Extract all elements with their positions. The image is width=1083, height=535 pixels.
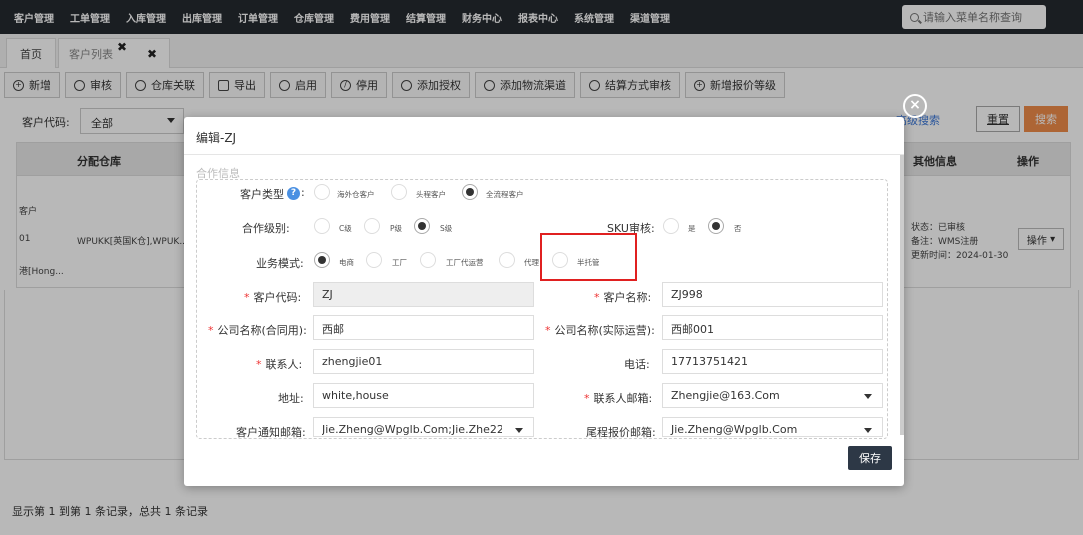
radio-mode-factory-label: 工厂: [392, 258, 407, 267]
highlight-box: [540, 233, 637, 281]
radio-level-s-label: S级: [440, 224, 453, 233]
radio-mode-factory[interactable]: [366, 252, 382, 268]
business-mode-label: 业务模式:: [256, 257, 304, 270]
edit-customer-modal: 编辑-ZJ 合作信息 客户类型 ? : 海外仓客户 头程客户 全流程客户 合作级…: [184, 117, 904, 486]
contact-email-select[interactable]: Zhengjie@163.Com: [662, 383, 883, 408]
company-contract-field[interactable]: 西邮: [313, 315, 534, 340]
company-contract-label: * 公司名称(合同用):: [208, 324, 307, 337]
customer-type-label: 客户类型: [240, 188, 284, 201]
radio-overseas-warehouse[interactable]: [314, 184, 330, 200]
address-label: 地址:: [278, 392, 304, 405]
contact-field[interactable]: zhengjie01: [313, 349, 534, 374]
save-button[interactable]: 保存: [848, 446, 892, 470]
chevron-down-icon: [864, 428, 872, 433]
contact-label: * 联系人:: [256, 358, 303, 371]
radio-sku-no[interactable]: [708, 218, 724, 234]
radio-first-leg[interactable]: [391, 184, 407, 200]
phone-label: 电话:: [624, 358, 650, 371]
contact-email-value: Zhengjie@163.Com: [671, 389, 780, 402]
company-actual-label: * 公司名称(实际运营):: [545, 324, 655, 337]
notify-email-label: 客户通知邮箱:: [236, 426, 306, 439]
modal-title: 编辑-ZJ: [184, 117, 904, 155]
quote-email-select[interactable]: Jie.Zheng@Wpglb.Com: [662, 417, 883, 437]
radio-mode-ecommerce-label: 电商: [339, 258, 354, 267]
company-actual-field[interactable]: 西邮001: [662, 315, 883, 340]
radio-full-process[interactable]: [462, 184, 478, 200]
quote-email-value: Jie.Zheng@Wpglb.Com: [671, 423, 798, 436]
radio-mode-factory-ops-label: 工厂代运营: [446, 258, 484, 267]
customer-code-label: * 客户代码:: [244, 291, 302, 304]
chevron-down-icon: [864, 394, 872, 399]
notify-email-value: Jie.Zheng@Wpglb.Com;Jie.Zhe22ng...: [322, 423, 502, 436]
modal-scrollbar[interactable]: [900, 155, 904, 435]
radio-first-leg-label: 头程客户: [416, 190, 446, 199]
quote-email-label: 尾程报价邮箱:: [586, 426, 656, 439]
radio-mode-ecommerce[interactable]: [314, 252, 330, 268]
radio-sku-no-label: 否: [734, 224, 742, 233]
radio-sku-yes-label: 是: [688, 224, 696, 233]
notify-email-select[interactable]: Jie.Zheng@Wpglb.Com;Jie.Zhe22ng...: [313, 417, 534, 437]
radio-overseas-warehouse-label: 海外仓客户: [337, 190, 375, 199]
coop-level-label: 合作级别:: [242, 222, 290, 235]
contact-email-label: * 联系人邮箱:: [584, 392, 653, 405]
radio-mode-agent[interactable]: [499, 252, 515, 268]
radio-level-p[interactable]: [364, 218, 380, 234]
radio-level-p-label: P级: [390, 224, 403, 233]
radio-level-c-label: C级: [339, 224, 352, 233]
customer-name-field[interactable]: ZJ998: [662, 282, 883, 307]
chevron-down-icon: [515, 428, 523, 433]
help-icon[interactable]: ?: [287, 187, 300, 200]
phone-field[interactable]: 17713751421: [662, 349, 883, 374]
customer-name-label: * 客户名称:: [594, 291, 652, 304]
radio-mode-factory-ops[interactable]: [420, 252, 436, 268]
customer-code-field[interactable]: ZJ: [313, 282, 534, 307]
radio-level-s[interactable]: [414, 218, 430, 234]
address-field[interactable]: white,house: [313, 383, 534, 408]
close-icon[interactable]: ×: [903, 94, 927, 118]
radio-sku-yes[interactable]: [663, 218, 679, 234]
radio-full-process-label: 全流程客户: [486, 190, 524, 199]
radio-level-c[interactable]: [314, 218, 330, 234]
radio-mode-agent-label: 代理: [524, 258, 539, 267]
